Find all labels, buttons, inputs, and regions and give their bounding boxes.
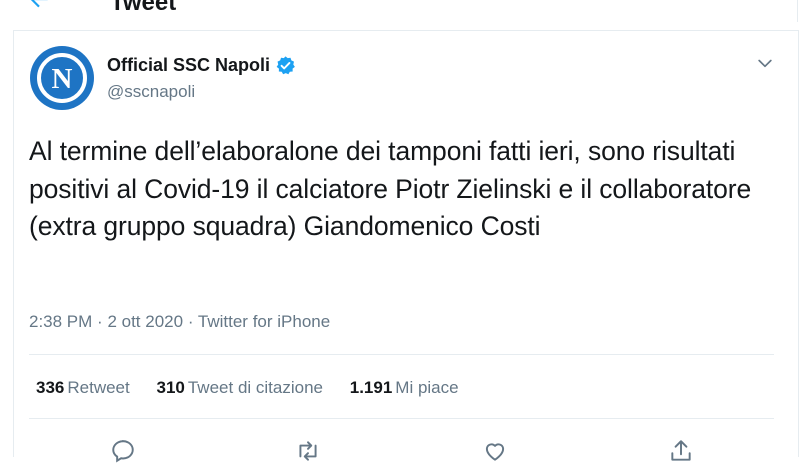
tweet-date[interactable]: 2 ott 2020 <box>107 312 183 331</box>
chevron-down-icon[interactable] <box>755 53 775 73</box>
like-icon[interactable] <box>482 438 508 464</box>
reply-icon[interactable] <box>110 438 136 464</box>
divider <box>29 354 774 355</box>
retweet-icon[interactable] <box>295 438 321 464</box>
user-handle[interactable]: @sscnapoli <box>107 82 195 102</box>
retweets-count: 336 <box>36 378 65 397</box>
divider <box>29 418 774 419</box>
top-header: Tweet <box>0 0 798 22</box>
avatar-letter: N <box>52 63 73 95</box>
tweet-source[interactable]: Twitter for iPhone <box>198 312 330 331</box>
quotes-count: 310 <box>156 378 185 397</box>
quotes-stat[interactable]: 310 Tweet di citazione <box>156 378 323 397</box>
verified-badge-icon <box>276 56 295 75</box>
likes-label: Mi piace <box>395 378 459 397</box>
tweet-stats: 336 Retweet 310 Tweet di citazione 1.191 Mi… <box>36 378 481 398</box>
retweets-stat[interactable]: 336 Retweet <box>36 378 130 397</box>
likes-stat[interactable]: 1.191 Mi piace <box>350 378 459 397</box>
meta-separator: · <box>97 312 103 331</box>
retweets-label: Retweet <box>67 378 130 397</box>
display-name[interactable]: Official SSC Napoli <box>107 55 270 76</box>
likes-count: 1.191 <box>349 378 393 397</box>
tweet-text: Al termine dell’elaboralone dei tamponi … <box>29 136 752 241</box>
author-name-row[interactable]: Official SSC Napoli <box>107 55 296 76</box>
back-arrow-icon[interactable] <box>26 0 52 12</box>
page-title: Tweet <box>110 0 177 16</box>
meta-separator: · <box>187 312 194 331</box>
tweet-time[interactable]: 2:38 PM <box>29 312 92 331</box>
quotes-label: Tweet di citazione <box>187 378 323 397</box>
share-icon[interactable] <box>668 438 694 464</box>
avatar[interactable]: N <box>30 46 94 110</box>
tweet-metadata: 2:38 PM · 2 ott 2020 · Twitter for iPhon… <box>29 312 330 332</box>
